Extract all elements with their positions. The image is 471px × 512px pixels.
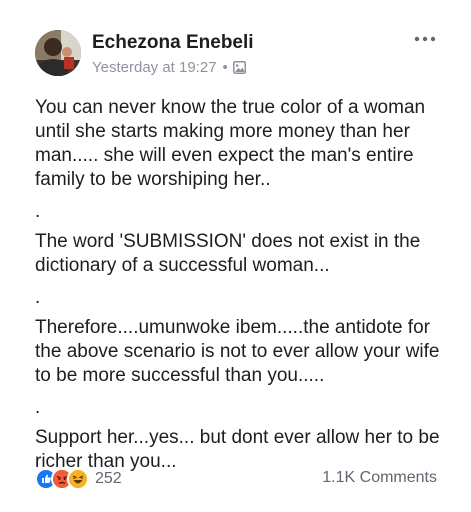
post-paragraph: The word 'SUBMISSION' does not exist in … (35, 231, 421, 276)
post-paragraph: You can never know the true color of a w… (35, 97, 426, 190)
post-card: Echezona Enebeli Yesterday at 19:27 • Yo… (0, 0, 471, 512)
post-paragraph: Support her...yes... but dont ever allow… (35, 427, 440, 472)
post-footer: 252 1.1K Comments (35, 468, 437, 490)
post-separator: . (35, 397, 41, 418)
author-avatar[interactable] (35, 30, 81, 76)
author-name[interactable]: Echezona Enebeli (92, 32, 254, 54)
post-meta: Yesterday at 19:27 • (92, 59, 246, 76)
haha-icon (67, 468, 89, 490)
meta-separator: • (222, 59, 228, 76)
post-separator: . (35, 287, 41, 308)
post-header: Echezona Enebeli Yesterday at 19:27 • (35, 30, 445, 82)
post-body: You can never know the true color of a w… (35, 96, 455, 474)
more-options-icon[interactable] (413, 32, 437, 46)
post-timestamp[interactable]: Yesterday at 19:27 (92, 59, 217, 76)
reactions-summary[interactable]: 252 (35, 468, 122, 490)
reaction-count[interactable]: 252 (95, 470, 122, 488)
photo-privacy-icon[interactable] (232, 61, 246, 74)
post-paragraph: Therefore....umunwoke ibem.....the antid… (35, 317, 440, 386)
comments-count-link[interactable]: 1.1K Comments (322, 469, 437, 487)
post-separator: . (35, 201, 41, 222)
